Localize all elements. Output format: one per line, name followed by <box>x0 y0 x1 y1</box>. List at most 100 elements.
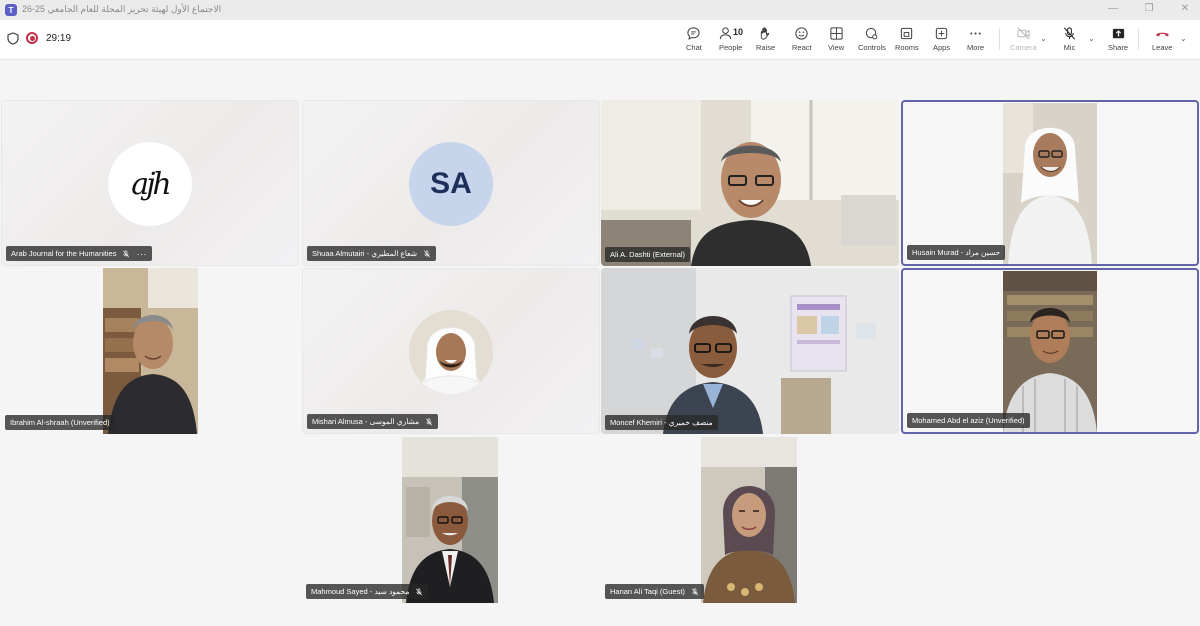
react-label: React <box>792 43 812 52</box>
participant-name-tag: Shuaa Almutairi - شعاع المطيري <box>307 246 437 261</box>
avatar-initials: SA <box>430 167 472 200</box>
raise-hand-icon <box>760 27 770 40</box>
view-label: View <box>828 43 845 52</box>
react-icon <box>795 27 808 40</box>
participant-tile[interactable]: Mohamed Abd el aziz (Unverified) <box>901 268 1199 434</box>
participant-tile[interactable]: Mahmoud Sayed - محمود سيد <box>302 437 600 603</box>
participant-name: Mohamed Abd el aziz (Unverified) <box>912 416 1025 425</box>
raise-hand-button[interactable]: Raise <box>756 26 775 56</box>
more-button[interactable]: More <box>967 26 984 56</box>
raise-label: Raise <box>756 43 776 52</box>
participant-tile[interactable]: SA Shuaa Almutairi - شعاع المطيري <box>302 100 600 266</box>
share-icon <box>1112 28 1124 39</box>
meeting-toolbar: 29:19 Chat 10 People Raise React View Co… <box>0 20 1200 60</box>
chat-button[interactable]: Chat <box>686 26 702 56</box>
controls-label: Controls <box>858 43 886 52</box>
leave-label: Leave <box>1152 43 1173 52</box>
more-options-icon[interactable]: ··· <box>136 249 147 259</box>
participant-name: Husain Murad - حسين مراد <box>912 248 1001 257</box>
participant-name: Arab Journal for the Humanities <box>11 249 117 258</box>
participant-tile[interactable]: Mishari Almusa - مشاري الموسى <box>302 268 600 434</box>
participant-tile[interactable]: Hanan Ali Taqi (Guest) <box>601 437 899 603</box>
participant-video <box>701 437 797 603</box>
ajh-logo-mark: ajh <box>131 166 171 202</box>
controls-button[interactable]: Controls <box>858 26 886 56</box>
restore-icon[interactable]: ❐ <box>1142 2 1156 16</box>
participant-video <box>1003 271 1097 432</box>
mic-label: Mic <box>1063 43 1076 52</box>
title-bar: T الاجتماع الأول لهيئة تحرير المجلة للعا… <box>0 0 1200 20</box>
mic-muted-icon <box>424 249 431 257</box>
participant-video <box>103 268 198 434</box>
participant-tile[interactable]: ajh Arab Journal for the Humanities ··· <box>1 100 299 266</box>
mic-muted-icon <box>123 249 130 257</box>
journal-logo: ajh <box>108 142 192 226</box>
react-button[interactable]: React <box>792 26 812 56</box>
participant-video <box>402 437 498 603</box>
participant-name: Mishari Almusa - مشاري الموسى <box>312 417 420 426</box>
apps-button[interactable]: Apps <box>933 26 950 56</box>
participant-name-tag: Moncef Khemiri - منصف خميري <box>605 415 718 430</box>
share-button[interactable]: Share <box>1108 26 1128 56</box>
recording-indicator-icon <box>26 32 38 44</box>
participant-video <box>1003 103 1097 264</box>
profile-photo <box>409 310 493 394</box>
mic-options-chevron-icon[interactable]: ⌄ <box>1088 34 1095 43</box>
participant-tile[interactable]: Ibrahim Al-shraah (Unverified) <box>1 268 299 434</box>
participant-name-tag: Mohamed Abd el aziz (Unverified) <box>907 413 1030 428</box>
more-icon <box>970 32 981 35</box>
people-count: 10 <box>733 27 744 37</box>
shield-icon <box>7 32 19 45</box>
participant-tile[interactable]: Husain Murad - حسين مراد <box>901 100 1199 266</box>
mic-muted-icon <box>416 587 423 595</box>
participant-avatar <box>409 310 493 394</box>
chat-label: Chat <box>686 43 702 52</box>
controls-icon <box>866 27 878 40</box>
participant-name-tag: Arab Journal for the Humanities ··· <box>6 246 152 261</box>
participant-video <box>601 268 899 434</box>
apps-label: Apps <box>933 43 951 52</box>
participant-avatar: SA <box>409 142 493 226</box>
participant-video <box>601 100 899 266</box>
toolbar-divider <box>999 28 1000 50</box>
participant-name-tag: Mahmoud Sayed - محمود سيد <box>306 584 429 599</box>
leave-options-chevron-icon[interactable]: ⌄ <box>1180 34 1187 43</box>
participant-name: Mahmoud Sayed - محمود سيد <box>311 587 410 596</box>
teams-app-icon: T <box>5 4 17 16</box>
view-icon <box>829 27 843 40</box>
participant-name-tag: Ibrahim Al-shraah (Unverified) <box>5 415 115 430</box>
rooms-label: Rooms <box>895 43 919 52</box>
rooms-icon <box>901 27 913 40</box>
camera-button[interactable]: Camera <box>1010 26 1037 56</box>
mic-muted-icon <box>691 587 698 595</box>
meeting-timer: 29:19 <box>46 33 72 44</box>
leave-button[interactable]: Leave <box>1152 26 1172 56</box>
chat-icon <box>687 27 701 40</box>
participant-name-tag: Husain Murad - حسين مراد <box>907 245 1006 260</box>
view-button[interactable]: View <box>828 26 844 56</box>
window-title: الاجتماع الأول لهيئة تحرير المجلة للعام … <box>22 4 222 14</box>
people-icon <box>720 27 732 40</box>
participant-name-tag: Hanan Ali Taqi (Guest) <box>605 584 704 599</box>
mic-button[interactable]: Mic <box>1062 26 1077 56</box>
participant-name-tag: Ali A. Dashti (External) <box>605 247 691 262</box>
leave-icon <box>1156 32 1169 37</box>
apps-icon <box>935 27 948 40</box>
minimize-icon[interactable]: — <box>1106 2 1120 16</box>
camera-label: Camera <box>1010 43 1037 52</box>
toolbar-divider <box>1138 28 1139 50</box>
participant-tile[interactable]: Moncef Khemiri - منصف خميري <box>601 268 899 434</box>
mic-muted-icon <box>426 417 433 425</box>
rooms-button[interactable]: Rooms <box>895 26 919 56</box>
participant-tile[interactable]: Ali A. Dashti (External) <box>601 100 899 266</box>
share-label: Share <box>1108 43 1129 52</box>
people-button[interactable]: 10 People <box>719 26 744 56</box>
participant-name: Hanan Ali Taqi (Guest) <box>610 587 685 596</box>
participant-name: Ali A. Dashti (External) <box>610 250 686 259</box>
camera-off-icon <box>1017 27 1030 40</box>
close-icon[interactable]: ✕ <box>1178 2 1192 16</box>
people-label: People <box>719 43 743 52</box>
participant-name: Ibrahim Al-shraah (Unverified) <box>10 418 110 427</box>
camera-options-chevron-icon[interactable]: ⌄ <box>1040 34 1047 43</box>
participant-name: Moncef Khemiri - منصف خميري <box>610 418 713 427</box>
